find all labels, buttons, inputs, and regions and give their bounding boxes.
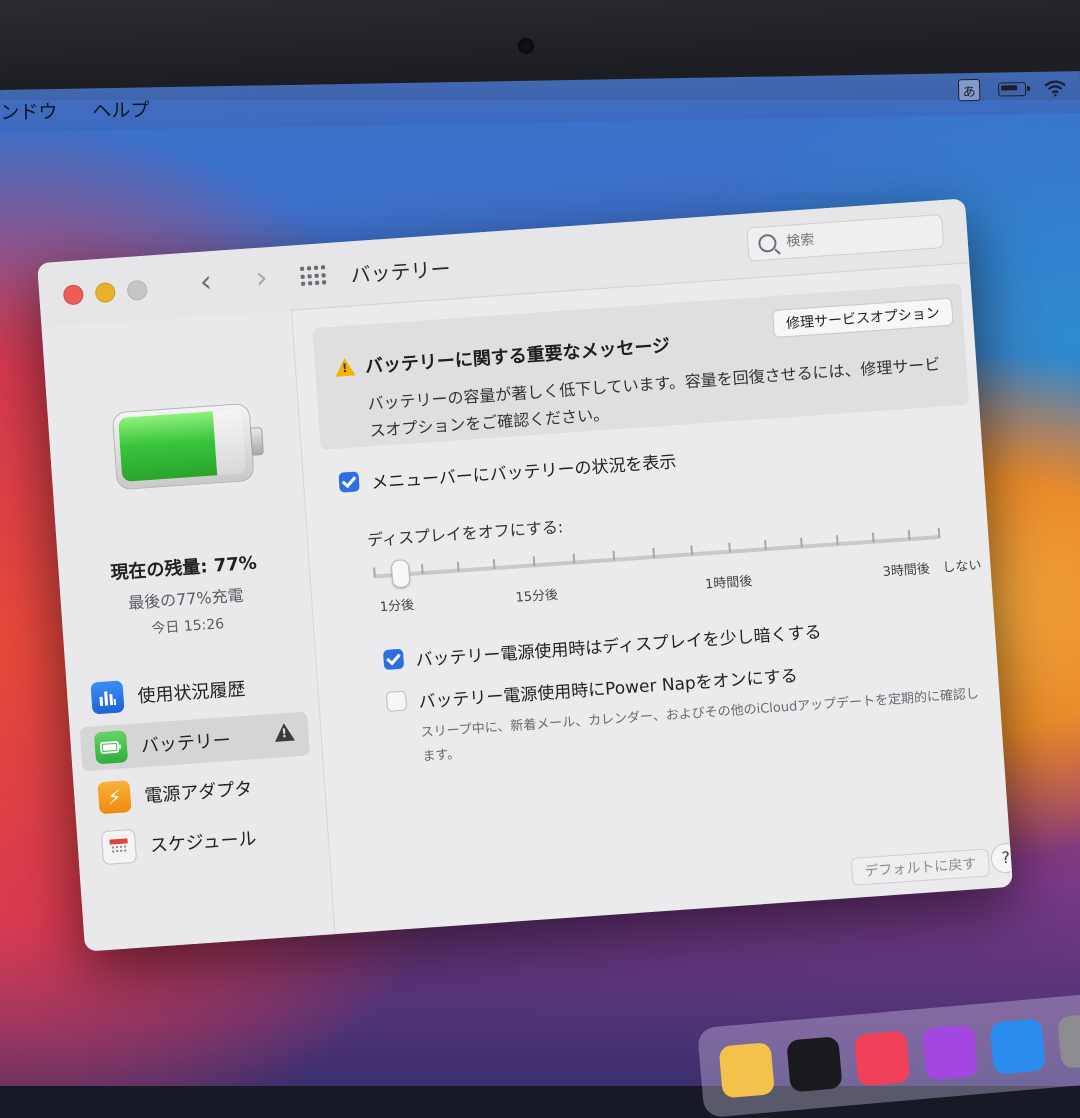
camera xyxy=(518,38,534,54)
sidebar-item-power-adapter[interactable]: ⚡ 電源アダプタ xyxy=(83,761,314,821)
battery-alert: バッテリーに関する重要なメッセージ 修理サービスオプション バッテリーの容量が著… xyxy=(312,282,970,450)
sidebar-item-battery[interactable]: バッテリー xyxy=(79,711,311,772)
sidebar-item-label: 使用状況履歴 xyxy=(136,678,247,708)
tv-app-icon[interactable] xyxy=(786,1036,843,1093)
sidebar-item-usage-history[interactable]: 使用状況履歴 xyxy=(76,662,307,722)
power-nap-checkbox[interactable] xyxy=(385,690,408,712)
show-in-menubar-option[interactable]: メニューバーにバッテリーの状況を表示 xyxy=(338,447,677,496)
search-icon xyxy=(757,233,778,253)
battery-icon xyxy=(93,730,129,765)
close-button[interactable] xyxy=(62,284,85,306)
wifi-icon[interactable] xyxy=(1044,80,1066,97)
charge-level-label: 現在の残量: xyxy=(109,556,209,584)
warning-icon xyxy=(334,357,356,377)
battery-status-icon[interactable] xyxy=(998,82,1027,97)
lightning-icon: ⚡ xyxy=(97,780,132,815)
display-off-label: ディスプレイをオフにする: xyxy=(366,517,564,550)
service-options-button[interactable]: 修理サービスオプション xyxy=(772,297,954,339)
sidebar: 現在の残量: 77% 最後の77%充電 今日 15:26 使用状況履歴 バッテリ… xyxy=(41,309,336,952)
show-all-grid-icon[interactable] xyxy=(299,265,327,287)
battery-level-fill xyxy=(118,411,218,482)
app-store-icon[interactable] xyxy=(989,1018,1046,1075)
dock-app-icon[interactable] xyxy=(718,1042,775,1099)
menu-window[interactable]: ンドウ xyxy=(0,97,57,125)
warning-icon xyxy=(273,722,295,742)
window-title: バッテリー xyxy=(349,256,452,288)
charge-level-value: 77% xyxy=(213,552,258,577)
search-field[interactable] xyxy=(746,214,945,262)
battery-preferences-window: ‹ › バッテリー 現在の残量: 77% 最後の77%充電 今日 15:26 使… xyxy=(37,198,1013,952)
bar-chart-icon xyxy=(90,680,125,715)
help-button[interactable]: ? xyxy=(989,842,1013,875)
slider-tick-label: 1時間後 xyxy=(704,574,753,593)
sidebar-item-label: 電源アダプタ xyxy=(143,778,253,808)
search-input[interactable] xyxy=(783,223,929,252)
input-source-icon[interactable]: あ xyxy=(957,78,981,102)
checkbox-label: メニューバーにバッテリーの状況を表示 xyxy=(370,452,678,494)
sidebar-item-schedule[interactable]: スケジュール xyxy=(87,811,318,871)
slider-tick-label: 3時間後 xyxy=(882,561,931,581)
battery-level-icon xyxy=(111,402,265,491)
sidebar-item-label: バッテリー xyxy=(140,729,232,758)
show-in-menubar-checkbox[interactable] xyxy=(338,471,360,493)
slider-tick-label: しない xyxy=(942,558,982,576)
calendar-icon xyxy=(100,828,138,866)
main-pane: バッテリーに関する重要なメッセージ 修理サービスオプション バッテリーの容量が著… xyxy=(291,262,1013,934)
dim-display-checkbox[interactable] xyxy=(382,648,405,671)
forward-button[interactable]: › xyxy=(244,260,280,297)
podcasts-app-icon[interactable] xyxy=(921,1024,979,1081)
menu-help[interactable]: ヘルプ xyxy=(92,95,149,123)
back-button[interactable]: ‹ xyxy=(188,264,224,300)
minimize-button[interactable] xyxy=(94,281,116,304)
slider-tick-label: 15分後 xyxy=(515,587,559,606)
slider-knob[interactable] xyxy=(390,559,411,589)
slider-tick-label: 1分後 xyxy=(379,597,415,616)
zoom-button[interactable] xyxy=(126,279,148,302)
restore-defaults-button[interactable]: デフォルトに戻す xyxy=(850,848,991,886)
music-app-icon[interactable] xyxy=(854,1030,911,1087)
system-preferences-icon[interactable] xyxy=(1057,1012,1080,1069)
sidebar-item-label: スケジュール xyxy=(149,828,258,857)
